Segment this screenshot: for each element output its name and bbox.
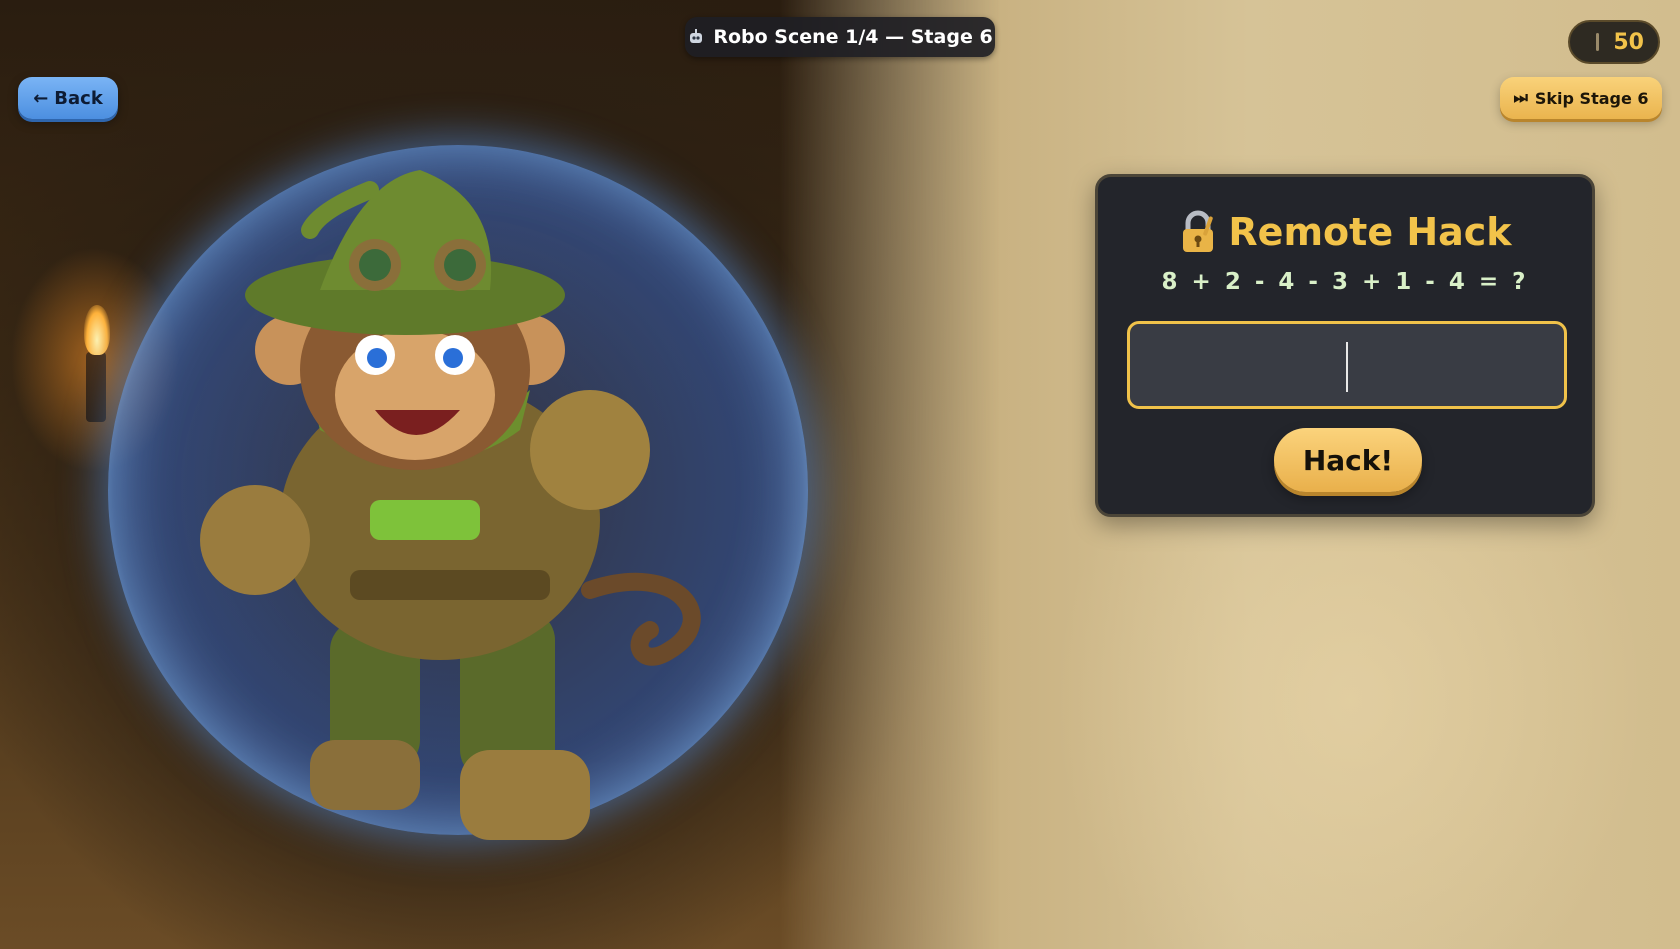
- panel-title-text: Remote Hack: [1228, 210, 1512, 254]
- coin-icon: [1596, 33, 1599, 51]
- torch: [86, 352, 106, 422]
- remote-hack-panel: Remote Hack 8 + 2 - 4 - 3 + 1 - 4 = ? Ha…: [1095, 174, 1595, 517]
- fast-forward-icon: ⏭: [1513, 88, 1528, 107]
- text-caret: [1346, 342, 1348, 392]
- back-button[interactable]: ← Back: [18, 77, 118, 119]
- lock-key-icon: [1183, 210, 1214, 252]
- robot-icon: [690, 29, 703, 43]
- left-arrow-icon: ←: [33, 87, 49, 109]
- back-button-label: Back: [54, 87, 103, 109]
- skip-button-label: Skip Stage 6: [1534, 88, 1649, 108]
- scene-title-badge: Robo Scene 1/4 — Stage 6: [685, 17, 995, 57]
- math-equation: 8 + 2 - 4 - 3 + 1 - 4 = ?: [1161, 269, 1529, 295]
- score-badge: 50: [1568, 20, 1660, 64]
- torch-flame: [84, 305, 110, 355]
- score-value: 50: [1613, 29, 1644, 55]
- robo-monkey-character: [200, 170, 701, 840]
- scene-title-text: Robo Scene 1/4 — Stage 6: [713, 26, 993, 48]
- hack-submit-button[interactable]: Hack!: [1274, 428, 1422, 492]
- skip-stage-button[interactable]: ⏭ Skip Stage 6: [1500, 77, 1662, 119]
- panel-title: Remote Hack: [1098, 205, 1592, 259]
